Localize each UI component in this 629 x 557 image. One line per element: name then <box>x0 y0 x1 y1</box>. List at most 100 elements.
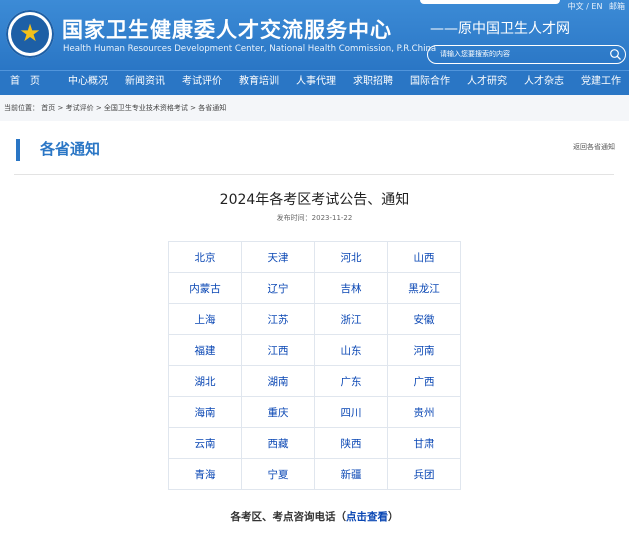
province-cell: 黑龙江 <box>387 272 461 304</box>
search-box <box>427 45 626 64</box>
nav-item-research[interactable]: 人才研究 <box>467 71 507 95</box>
province-cell: 青海 <box>168 458 242 490</box>
province-cell: 浙江 <box>314 303 388 335</box>
consult-phone-line: 各考区、考点咨询电话（点击查看） <box>0 509 629 524</box>
province-cell: 福建 <box>168 334 242 366</box>
consult-text: 各考区、考点咨询电话（ <box>230 511 347 523</box>
consult-close: ） <box>388 511 399 523</box>
province-cell: 广西 <box>387 365 461 397</box>
breadcrumb-current[interactable]: 各省通知 <box>198 104 226 112</box>
province-link[interactable]: 河南 <box>414 345 435 357</box>
province-link[interactable]: 广东 <box>341 376 362 388</box>
province-link[interactable]: 宁夏 <box>268 469 289 481</box>
breadcrumb-separator: > <box>190 104 197 112</box>
nav-item-jobs[interactable]: 求职招聘 <box>353 71 393 95</box>
breadcrumb-home[interactable]: 首页 <box>41 104 55 112</box>
province-link[interactable]: 江苏 <box>268 314 289 326</box>
province-link[interactable]: 广西 <box>414 376 435 388</box>
nav-item-home[interactable]: 首 页 <box>10 71 40 95</box>
province-row: 上海 江苏 浙江 安徽 <box>168 303 461 335</box>
province-cell: 广东 <box>314 365 388 397</box>
article-title: 2024年各考区考试公告、通知 <box>219 192 410 208</box>
province-cell: 江苏 <box>241 303 315 335</box>
province-link[interactable]: 安徽 <box>414 314 435 326</box>
search-icon[interactable] <box>609 48 622 61</box>
province-cell: 河南 <box>387 334 461 366</box>
province-link[interactable]: 吉林 <box>341 283 362 295</box>
province-link[interactable]: 湖北 <box>195 376 216 388</box>
province-cell: 甘肃 <box>387 427 461 459</box>
breadcrumb-separator: > <box>57 104 64 112</box>
province-link[interactable]: 西藏 <box>268 438 289 450</box>
province-cell: 内蒙古 <box>168 272 242 304</box>
breadcrumb-separator: > <box>95 104 102 112</box>
province-cell: 兵团 <box>387 458 461 490</box>
province-table: 北京 天津 河北 山西内蒙古 辽宁 吉林 黑龙江上海 江苏 浙江 安徽福建 江西 山东 河南湖北 湖南 广东… <box>168 241 461 490</box>
nav-item-news[interactable]: 新闻资讯 <box>125 71 165 95</box>
nav-item-international[interactable]: 国际合作 <box>410 71 450 95</box>
article-date: 发布时间：2023-11-22 <box>276 214 353 222</box>
province-link[interactable]: 上海 <box>195 314 216 326</box>
consult-view-link[interactable]: 点击查看 <box>346 511 388 523</box>
nav-item-personnel[interactable]: 人事代理 <box>296 71 336 95</box>
province-cell: 安徽 <box>387 303 461 335</box>
province-link[interactable]: 陕西 <box>341 438 362 450</box>
content-panel: 各省通知 返回各省通知 2024年各考区考试公告、通知 发布时间：2023-11… <box>0 121 629 557</box>
province-row: 青海 宁夏 新疆 兵团 <box>168 458 461 490</box>
province-cell: 山西 <box>387 241 461 273</box>
province-row: 海南 重庆 四川 贵州 <box>168 396 461 428</box>
nav-item-exam[interactable]: 考试评价 <box>182 71 222 95</box>
province-link[interactable]: 山东 <box>341 345 362 357</box>
province-cell: 湖南 <box>241 365 315 397</box>
province-link[interactable]: 云南 <box>195 438 216 450</box>
province-row: 北京 天津 河北 山西 <box>168 241 461 273</box>
province-link[interactable]: 河北 <box>341 252 362 264</box>
province-cell: 天津 <box>241 241 315 273</box>
back-to-list-link[interactable]: 返回各省通知 <box>573 142 615 152</box>
breadcrumb-exam[interactable]: 考试评价 <box>66 104 94 112</box>
nav-item-magazine[interactable]: 人才杂志 <box>524 71 564 95</box>
nav-item-party[interactable]: 党建工作 <box>581 71 621 95</box>
province-link[interactable]: 海南 <box>195 407 216 419</box>
province-row: 内蒙古 辽宁 吉林 黑龙江 <box>168 272 461 304</box>
breadcrumb-prefix: 当前位置： <box>4 104 39 112</box>
province-row: 云南 西藏 陕西 甘肃 <box>168 427 461 459</box>
province-link[interactable]: 新疆 <box>341 469 362 481</box>
language-switch-link[interactable]: 中文 / EN <box>568 2 603 11</box>
mail-link[interactable]: 邮箱 <box>609 2 625 11</box>
search-input[interactable] <box>440 48 600 61</box>
section-accent-bar <box>16 139 20 161</box>
province-cell: 上海 <box>168 303 242 335</box>
province-link[interactable]: 福建 <box>195 345 216 357</box>
province-cell: 新疆 <box>314 458 388 490</box>
province-link[interactable]: 四川 <box>341 407 362 419</box>
province-link[interactable]: 重庆 <box>268 407 289 419</box>
province-link[interactable]: 青海 <box>195 469 216 481</box>
province-link[interactable]: 北京 <box>195 252 216 264</box>
province-cell: 海南 <box>168 396 242 428</box>
province-link[interactable]: 天津 <box>268 252 289 264</box>
province-cell: 四川 <box>314 396 388 428</box>
breadcrumb-qualification[interactable]: 全国卫生专业技术资格考试 <box>104 104 188 112</box>
star-icon: ★ <box>19 19 41 47</box>
province-link[interactable]: 贵州 <box>414 407 435 419</box>
province-link[interactable]: 甘肃 <box>414 438 435 450</box>
section-title: 各省通知 <box>40 140 101 158</box>
province-link[interactable]: 浙江 <box>341 314 362 326</box>
nav-item-about[interactable]: 中心概况 <box>68 71 108 95</box>
site-title: 国家卫生健康委人才交流服务中心 <box>62 18 392 42</box>
province-link[interactable]: 辽宁 <box>268 283 289 295</box>
province-link[interactable]: 内蒙古 <box>189 283 221 295</box>
top-bar-decoration <box>420 0 560 4</box>
emblem-logo-icon[interactable]: ★ <box>6 10 54 58</box>
province-cell: 云南 <box>168 427 242 459</box>
nav-item-training[interactable]: 教育培训 <box>239 71 279 95</box>
province-link[interactable]: 湖南 <box>268 376 289 388</box>
province-link[interactable]: 江西 <box>268 345 289 357</box>
province-link[interactable]: 兵团 <box>414 469 435 481</box>
province-link[interactable]: 黑龙江 <box>408 283 440 295</box>
top-links: 中文 / EN 邮箱 <box>568 0 629 14</box>
province-link[interactable]: 山西 <box>414 252 435 264</box>
province-cell: 河北 <box>314 241 388 273</box>
province-cell: 宁夏 <box>241 458 315 490</box>
